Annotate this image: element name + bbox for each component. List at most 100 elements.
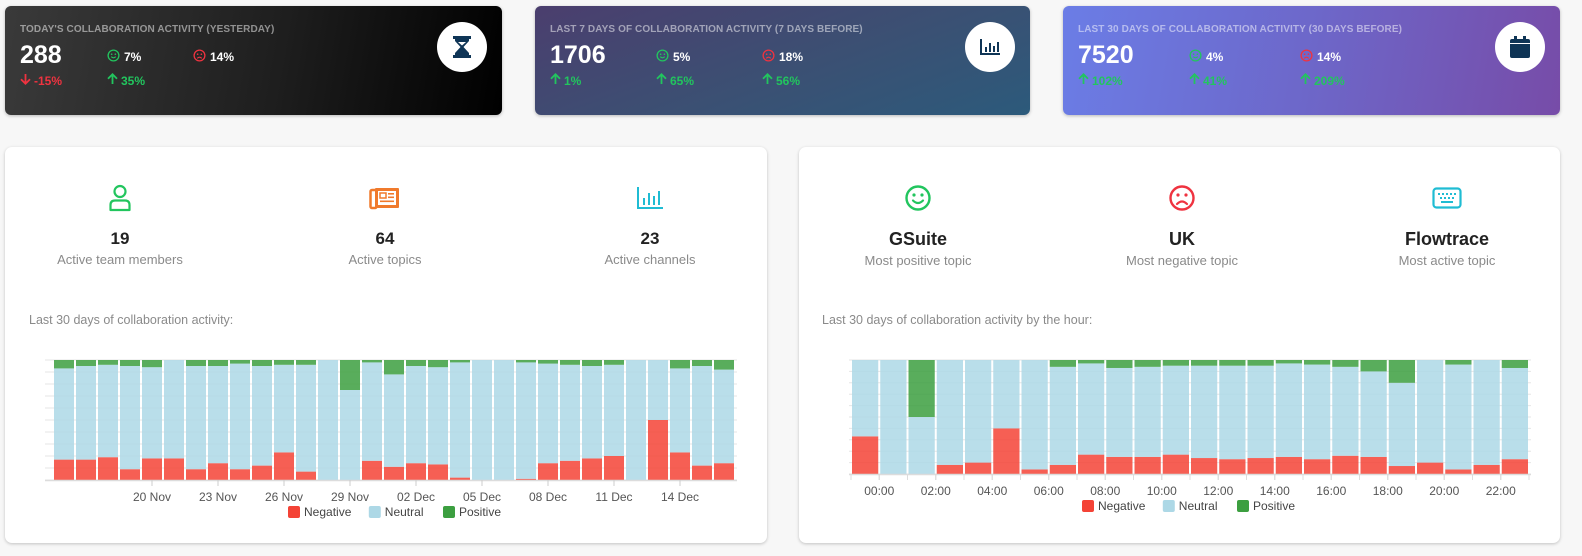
bar-segment-negative[interactable]: [1445, 469, 1472, 474]
bar-segment-positive[interactable]: [1078, 360, 1105, 364]
bar-segment-neutral[interactable]: [936, 360, 963, 465]
legend-item-positive[interactable]: Positive: [443, 505, 501, 519]
bar-segment-negative[interactable]: [604, 456, 624, 480]
bar-segment-positive[interactable]: [670, 360, 690, 369]
bar-segment-neutral[interactable]: [1473, 360, 1500, 465]
bar-segment-negative[interactable]: [384, 466, 404, 480]
bar-segment-positive[interactable]: [1304, 360, 1331, 365]
bar-segment-neutral[interactable]: [142, 367, 162, 459]
bar-segment-neutral[interactable]: [1134, 366, 1161, 457]
bar-segment-neutral[interactable]: [472, 360, 492, 480]
bar-segment-positive[interactable]: [1106, 360, 1133, 368]
bar-segment-negative[interactable]: [648, 420, 668, 480]
bar-segment-negative[interactable]: [1501, 459, 1528, 474]
bar-segment-neutral[interactable]: [1219, 365, 1246, 460]
bar-segment-neutral[interactable]: [516, 362, 536, 479]
bar-segment-negative[interactable]: [936, 464, 963, 474]
bar-segment-neutral[interactable]: [1417, 360, 1444, 463]
bar-segment-neutral[interactable]: [494, 360, 514, 480]
bar-segment-positive[interactable]: [1445, 360, 1472, 365]
bar-segment-negative[interactable]: [852, 436, 879, 474]
bar-segment-positive[interactable]: [1275, 360, 1302, 364]
bar-segment-neutral[interactable]: [318, 360, 338, 480]
bar-segment-negative[interactable]: [1332, 455, 1359, 474]
bar-segment-neutral[interactable]: [1445, 364, 1472, 470]
bar-segment-negative[interactable]: [965, 462, 992, 474]
bar-segment-negative[interactable]: [1304, 459, 1331, 474]
bar-segment-positive[interactable]: [142, 360, 162, 368]
bar-segment-negative[interactable]: [406, 463, 426, 480]
bar-segment-positive[interactable]: [1388, 360, 1415, 383]
bar-segment-positive[interactable]: [692, 360, 712, 366]
bar-segment-positive[interactable]: [1247, 360, 1274, 366]
bar-segment-negative[interactable]: [1247, 458, 1274, 474]
bar-segment-positive[interactable]: [538, 360, 558, 364]
bar-segment-negative[interactable]: [1049, 464, 1076, 474]
bar-segment-positive[interactable]: [340, 360, 360, 390]
bar-segment-neutral[interactable]: [993, 360, 1020, 429]
bar-segment-neutral[interactable]: [1275, 363, 1302, 457]
bar-segment-positive[interactable]: [208, 360, 228, 366]
bar-segment-negative[interactable]: [582, 458, 602, 480]
bar-segment-negative[interactable]: [670, 452, 690, 480]
bar-segment-neutral[interactable]: [965, 360, 992, 463]
bar-segment-negative[interactable]: [296, 471, 316, 480]
bar-segment-neutral[interactable]: [692, 366, 712, 466]
bar-segment-negative[interactable]: [1106, 456, 1133, 474]
bar-segment-positive[interactable]: [714, 360, 734, 370]
bar-segment-neutral[interactable]: [76, 366, 96, 460]
bar-segment-neutral[interactable]: [582, 366, 602, 459]
bar-segment-positive[interactable]: [908, 360, 935, 417]
bar-segment-negative[interactable]: [230, 469, 250, 480]
bar-segment-negative[interactable]: [993, 428, 1020, 474]
bar-segment-negative[interactable]: [1162, 454, 1189, 474]
bar-segment-neutral[interactable]: [1021, 360, 1048, 470]
bar-segment-positive[interactable]: [1191, 360, 1218, 366]
bar-segment-negative[interactable]: [252, 465, 272, 480]
bar-segment-neutral[interactable]: [538, 363, 558, 464]
bar-segment-neutral[interactable]: [1078, 363, 1105, 455]
bar-segment-neutral[interactable]: [1191, 365, 1218, 459]
bar-segment-negative[interactable]: [538, 463, 558, 480]
bar-segment-negative[interactable]: [428, 464, 448, 480]
bar-segment-neutral[interactable]: [186, 366, 206, 470]
bar-segment-positive[interactable]: [98, 360, 118, 365]
bar-segment-negative[interactable]: [1134, 456, 1161, 474]
bar-segment-negative[interactable]: [54, 459, 74, 480]
bar-segment-positive[interactable]: [296, 360, 316, 365]
bar-segment-neutral[interactable]: [604, 364, 624, 456]
bar-segment-positive[interactable]: [274, 360, 294, 365]
bar-segment-negative[interactable]: [560, 460, 580, 480]
bar-segment-negative[interactable]: [120, 469, 140, 480]
bar-segment-positive[interactable]: [252, 360, 272, 366]
bar-segment-neutral[interactable]: [54, 368, 74, 460]
bar-segment-negative[interactable]: [98, 457, 118, 480]
bar-segment-neutral[interactable]: [296, 364, 316, 472]
bar-segment-neutral[interactable]: [852, 360, 879, 437]
legend-item-neutral[interactable]: Neutral: [1162, 499, 1218, 513]
bar-segment-negative[interactable]: [1021, 469, 1048, 474]
bar-segment-negative[interactable]: [1388, 466, 1415, 474]
bar-segment-negative[interactable]: [1191, 458, 1218, 474]
bar-segment-positive[interactable]: [1162, 360, 1189, 366]
bar-segment-neutral[interactable]: [164, 360, 184, 459]
bar-segment-neutral[interactable]: [340, 390, 360, 480]
bar-segment-negative[interactable]: [1078, 454, 1105, 474]
bar-segment-neutral[interactable]: [714, 369, 734, 464]
legend-item-neutral[interactable]: Neutral: [368, 505, 424, 519]
bar-segment-neutral[interactable]: [560, 364, 580, 461]
bar-segment-neutral[interactable]: [1247, 365, 1274, 459]
bar-segment-positive[interactable]: [384, 360, 404, 375]
bar-segment-positive[interactable]: [362, 360, 382, 363]
legend-item-negative[interactable]: Negative: [1082, 499, 1146, 513]
bar-segment-neutral[interactable]: [450, 362, 470, 478]
bar-segment-positive[interactable]: [450, 360, 470, 363]
bar-segment-neutral[interactable]: [274, 364, 294, 453]
bar-segment-neutral[interactable]: [1360, 371, 1387, 457]
bar-segment-negative[interactable]: [1219, 459, 1246, 474]
bar-segment-positive[interactable]: [560, 360, 580, 365]
bar-segment-positive[interactable]: [1501, 360, 1528, 368]
bar-segment-neutral[interactable]: [1106, 367, 1133, 457]
bar-segment-positive[interactable]: [582, 360, 602, 366]
bar-segment-positive[interactable]: [428, 360, 448, 368]
